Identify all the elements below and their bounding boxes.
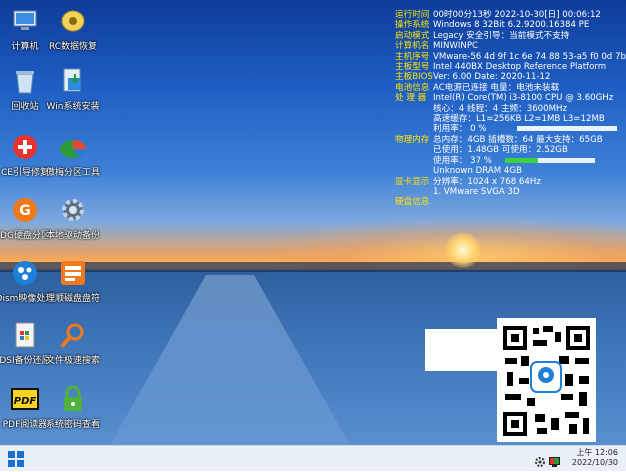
info-row-disk: 硬盘信息	[395, 197, 430, 208]
info-row-gpu: 1. VMware SVGA 3D	[433, 186, 520, 197]
sun	[445, 232, 481, 268]
info-row-display: 显卡显示 分辨率：1024 x 768 64Hz	[395, 176, 541, 187]
info-row-bios: 主板BIOSVer: 6.00 Date: 2020-11-12	[395, 72, 551, 83]
desktop-icon-win-install[interactable]: Win系统安装	[40, 66, 106, 112]
start-button[interactable]	[8, 451, 24, 467]
memory-usage-fill	[504, 157, 538, 163]
info-row-computer-name: 计算机名 MINWINPC	[395, 41, 479, 52]
qr-code-panel	[497, 318, 596, 442]
taskbar-time: 上午 12:06	[576, 448, 618, 457]
taskbar: 上午 12:06 2022/10/30	[0, 445, 626, 471]
info-row-cpu-cores: 核心：4 线程：4 主频：3600MHz	[433, 103, 568, 114]
info-row-runtime: 运行时间 00时00分13秒 2022-10-30[日] 00:06:12	[395, 10, 601, 20]
taskbar-date: 2022/10/30	[571, 458, 618, 467]
gear-icon[interactable]	[535, 457, 545, 467]
info-row-os: 操作系统 Windows 8 32Bit 6.2.9200.16384 PE	[395, 20, 590, 31]
rc-recovery-icon	[58, 6, 88, 36]
memory-usage-bar	[504, 157, 595, 163]
desktop-icon-label: RC数据恢复	[48, 42, 98, 52]
system-info-panel: 运行时间 00时00分13秒 2022-10-30[日] 00:06:12 操作系…	[395, 10, 626, 208]
blank-overlay-panel	[425, 329, 497, 371]
cpu-usage-bar	[517, 126, 618, 132]
desktop-icon-label: Win系统安装	[46, 102, 100, 112]
drive-letter-icon	[58, 258, 88, 288]
qr-code-icon	[503, 326, 590, 436]
pdf-reader-icon: PDF	[10, 384, 40, 414]
boot-repair-icon	[10, 132, 40, 162]
password-lock-icon	[58, 384, 88, 414]
desktop-icon-label: 文件极速搜索	[45, 356, 100, 366]
computer-icon	[10, 6, 40, 36]
driver-backup-icon	[58, 195, 88, 225]
svg-text:G: G	[19, 203, 31, 219]
dism-icon	[10, 258, 40, 288]
svg-text:PDF: PDF	[14, 396, 37, 407]
desktop-icon-label: 本地驱动备份	[45, 231, 100, 241]
desktop-icon-password-view[interactable]: 系统密码查看	[40, 384, 106, 430]
recycle-bin-icon	[10, 66, 40, 96]
desktop-icon-aomei-partition[interactable]: 傲梅分区工具	[40, 132, 106, 178]
aomei-partition-icon	[58, 132, 88, 162]
desktop-icon-rc-recovery[interactable]: RC数据恢复	[40, 6, 106, 52]
info-row-boot-mode: 启动模式 Legacy 安全引导：当前模式不支持	[395, 30, 570, 41]
taskbar-clock[interactable]: 上午 12:06 2022/10/30	[572, 448, 618, 468]
file-search-icon	[58, 320, 88, 350]
info-row-cpu-cache: 高速缓存：L1=256KB L2=1MB L3=12MB	[433, 114, 605, 125]
desktop-icon-label: 系统密码查看	[45, 420, 100, 430]
desktop-icon-label: 理顺磁盘盘符	[45, 294, 100, 304]
diskgenius-icon: G	[10, 195, 40, 225]
dsi-backup-icon	[10, 320, 40, 350]
info-row-memory: 物理内存 总内存：4GB 插槽数：64 最大支持：65GB	[395, 134, 603, 145]
desktop-icon-file-search[interactable]: 文件极速搜索	[40, 320, 106, 366]
system-tray	[535, 453, 561, 472]
desktop-icon-label: 傲梅分区工具	[45, 168, 100, 178]
desktop-icon-driver-backup[interactable]: 本地驱动备份	[40, 195, 106, 241]
info-row-memory-used: 已使用：1.48GB 可使用：2.52GB	[433, 145, 568, 156]
display-icon[interactable]	[549, 457, 560, 467]
info-row-dram: Unknown DRAM 4GB	[433, 166, 522, 177]
info-row-memory-usage: 使用率： 37 %	[395, 156, 626, 166]
info-row-board-model: 主板型号 Intel 440BX Desktop Reference Platfo…	[395, 62, 607, 73]
win-install-icon	[58, 66, 88, 96]
info-row-serial: 主机序号 VMware-56 4d 9f 1c 6e 74 88 53-a5 f0…	[395, 51, 626, 62]
desktop-icon-drive-letter[interactable]: 理顺磁盘盘符	[40, 258, 106, 304]
info-row-cpu: 处 理 器 Intel(R) Core(TM) i3-8100 CPU @ 3.6…	[395, 93, 614, 104]
info-row-battery: 电池信息 AC电源已连接 电量：电池未装载	[395, 82, 560, 93]
info-row-cpu-usage: 利用率： 0 %	[395, 124, 626, 134]
windows-logo-icon	[8, 451, 24, 467]
